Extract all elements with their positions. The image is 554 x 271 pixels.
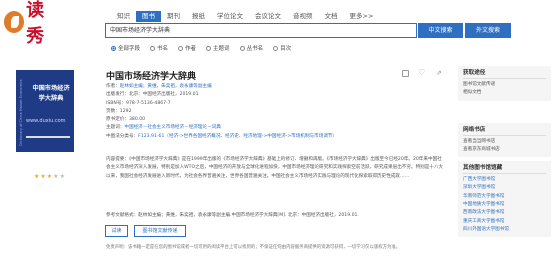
radio-label: 主题词 [213,46,230,52]
radio-icon [273,45,279,51]
star-empty-icon: ★ [59,173,65,180]
star-icon: ★ [34,173,40,180]
meta-isbn: ISBN号：978-7-5136-4867-7 [106,100,446,108]
library-link[interactable]: 西南政法大学图书馆 [463,209,546,217]
nav-item-books[interactable]: 图书 [136,11,161,22]
foreign-search-button[interactable]: 外文搜索 [465,23,511,38]
sidebar: 获取途径 图书馆文献传递 相似文档 网络书店 查看当当网书店 查看京东商城书店 … [458,66,551,241]
radio-icon [178,45,184,51]
meta-label: 页数： [106,108,120,114]
share-icon[interactable] [436,70,443,77]
panel-title: 其他图书馆馆藏 [463,164,546,175]
panel-bookstores: 网络书店 查看当当网书店 查看京东商城书店 [458,122,551,158]
panel-item[interactable]: 查看当当网书店 [463,138,546,146]
radio-label: 目次 [280,46,292,52]
radio-subject[interactable]: 主题词 [206,44,230,52]
logo-icon [4,11,25,33]
meta-classification: 中图法分类号：F123.91-61（经济->世界各国经济概况、经济史、经济地理-… [106,133,446,141]
document-delivery-button[interactable]: 图书馆文献传递 [134,225,186,237]
panel-other-libraries: 其他图书馆馆藏 广西大学图书馆 深圳大学图书馆 华南师范大学图书馆 中国地质大学… [458,161,551,238]
nav-bar: 知识 图书 期刊 报纸 学位论文 会议论文 音视频 文档 更多>> [111,11,379,22]
nav-item-conference[interactable]: 会议论文 [249,11,287,22]
logo[interactable]: 读秀 [4,0,61,47]
book-title: 中国市场经济学大辞典 [106,72,197,82]
cover-title: 中国市场经济学大辞典 [32,85,70,102]
book-metadata: 作者：赵林如主编；黄维，朱奕祖，袁永康等副主编 出版发行：北京：中国经济出版社，… [106,83,446,141]
nav-item-docs[interactable]: 文档 [319,11,344,22]
panel-access: 获取途径 图书馆文献传递 相似文档 [458,66,551,101]
library-link[interactable]: 中国地质大学图书馆 [463,201,546,209]
summary-text: 《中国市场经济学大辞典》是在1999年出版的《市场经济学大辞典》基础上的修订、增… [106,157,444,179]
meta-price: 原书定价：380.00 [106,116,446,124]
radio-icon [150,45,156,51]
meta-value: 978-7-5136-4867-7 [126,100,171,106]
meta-label: 原书定价： [106,117,129,123]
panel-item[interactable]: 相似文档 [463,89,546,97]
radio-icon [239,45,245,51]
search-field-options: 全部字段 书名 作者 主题词 丛书名 目次 [111,44,301,52]
library-link[interactable]: 重庆工商大学图书馆 [463,218,546,226]
chinese-search-button[interactable]: 中文搜索 [418,23,463,38]
nav-item-journals[interactable]: 期刊 [161,11,186,22]
radio-label: 丛书名 [246,46,264,52]
library-link[interactable]: 广西大学图书馆 [463,176,546,184]
search-input[interactable]: 中国市场经济学大辞典 [105,23,417,38]
meta-label: 出版发行： [106,92,129,98]
radio-series[interactable]: 丛书名 [239,44,264,52]
book-summary: 内容提要：《中国市场经济学大辞典》是在1999年出版的《市场经济学大辞典》基础上… [106,156,444,181]
radio-selected-icon [111,45,116,51]
meta-label: 作者： [106,84,120,89]
edit-icon[interactable] [402,70,409,77]
radio-icon [206,45,212,51]
meta-label: ISBN号： [106,100,127,106]
meta-label: 中图法分类号： [106,133,139,139]
nav-item-theses[interactable]: 学位论文 [211,11,249,22]
meta-label: 主题词： [106,125,125,131]
library-link[interactable]: 四川外国语大学图书馆 [463,226,546,234]
logo-text: 读秀 [26,0,46,47]
star-icon: ★ [40,173,46,180]
radio-toc[interactable]: 目次 [273,44,291,52]
panel-item[interactable]: 查看京东商城书店 [463,146,546,154]
meta-pages: 页数：1292 [106,108,446,116]
nav-item-newspapers[interactable]: 报纸 [186,11,211,22]
radio-all-fields[interactable]: 全部字段 [111,44,140,52]
cover-divider [26,136,70,138]
disclaimer: 免责声明：该书籍一定是在您的图书馆或者一切可用的阅读平台上可以找到的；不保证任何… [106,245,401,250]
meta-value: 1292 [119,108,132,114]
summary-label: 内容提要： [106,157,129,162]
library-link[interactable]: 华南师范大学图书馆 [463,193,546,201]
nav-item-knowledge[interactable]: 知识 [111,11,136,22]
cover-watermark: www.duxiu.com [26,118,66,124]
meta-subject: 主题词：中国经济－社会主义市场经济－经济理论－词典 [106,124,446,132]
meta-value: 北京：中国经济出版社，2019.01 [128,92,199,98]
meta-value[interactable]: 赵林如主编；黄维，朱奕祖，袁永康等副主编 [120,84,212,89]
radio-title[interactable]: 书名 [150,44,168,52]
panel-title: 获取途径 [463,69,546,79]
meta-value: 380.00 [128,117,146,123]
star-icon: ★ [46,173,53,180]
nav-item-more[interactable]: 更多>> [344,11,380,22]
panel-title: 网络书店 [463,126,546,136]
rating-stars: ★ ★ ★ ★ ★ [34,174,65,180]
book-cover[interactable]: Dictionary of China Market Economics 中国市… [16,70,74,152]
star-empty-icon: ★ [53,173,59,180]
favorite-icon[interactable] [418,69,426,77]
meta-value[interactable]: 中国经济－社会主义市场经济－经济理论－词典 [124,125,220,130]
radio-label: 全部字段 [118,46,141,52]
trial-read-button[interactable]: 试读 [105,225,128,237]
radio-label: 作者 [185,46,197,52]
panel-item[interactable]: 图书馆文献传递 [463,81,546,89]
meta-publisher: 出版发行：北京：中国经济出版社，2019.01 [106,91,446,99]
radio-author[interactable]: 作者 [178,44,196,52]
meta-author: 作者：赵林如主编；黄维，朱奕祖，袁永康等副主编 [106,83,446,91]
citation: 参考文献格式：赵林如主编；黄维，朱奕祖，袁永康等副主编.中国市场经济学大辞典[M… [106,213,359,218]
library-link[interactable]: 深圳大学图书馆 [463,184,546,192]
radio-label: 书名 [157,46,169,52]
book-actions [402,69,443,77]
meta-value[interactable]: F123.91-61（经济->世界各国经济概况、经济史、经济地理->中国经济->… [138,134,337,139]
nav-item-video[interactable]: 音视频 [287,11,319,22]
